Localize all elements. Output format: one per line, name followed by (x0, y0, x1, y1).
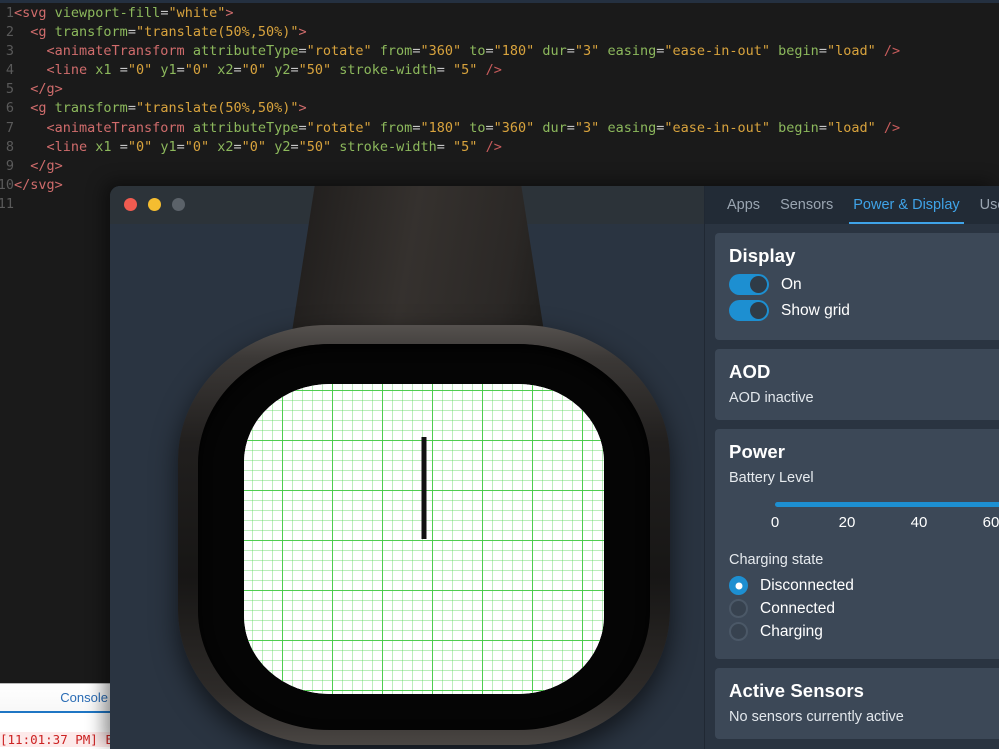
display-card: Display On Show grid (715, 233, 999, 340)
console-body: [11:01:37 PM] E (0, 713, 110, 749)
charging-state-radiogroup[interactable]: Disconnected Connected Charging (729, 576, 999, 641)
code-line-text: <animateTransform attributeType="rotate"… (46, 119, 901, 136)
simulator-window: AppsSensorsPower & DisplayUser Display O… (110, 186, 999, 749)
tab-apps[interactable]: Apps (717, 186, 770, 224)
code-line[interactable]: 5 </g> (0, 80, 999, 99)
active-sensors-status: No sensors currently active (729, 709, 904, 725)
device-stage (110, 186, 704, 749)
display-card-title: Display (729, 245, 796, 266)
show-grid-toggle[interactable] (729, 300, 769, 321)
code-line[interactable]: 6 <g transform="translate(50%,50%)"> (0, 99, 999, 118)
aod-card-title: AOD (729, 361, 771, 382)
code-line[interactable]: 1 <svg viewport-fill="white"> (0, 4, 999, 23)
settings-panel: AppsSensorsPower & DisplayUser Display O… (704, 186, 999, 749)
battery-slider[interactable]: 0 20 40 60 (729, 500, 999, 550)
console-panel[interactable]: Console [11:01:37 PM] E (0, 683, 110, 749)
settings-tabbar[interactable]: AppsSensorsPower & DisplayUser (705, 186, 999, 224)
display-on-label: On (781, 275, 802, 293)
power-card-title: Power (729, 441, 786, 462)
line-number: 8 (5, 138, 14, 155)
aod-card: AOD AOD inactive (715, 349, 999, 420)
console-log-line: [11:01:37 PM] E (0, 732, 110, 747)
line-number: 11 (0, 195, 14, 212)
code-line-text: </svg> (14, 176, 63, 193)
slider-tick-label: 20 (838, 514, 856, 531)
code-line-text: <g transform="translate(50%,50%)"> (30, 24, 307, 41)
code-line[interactable]: 9 </g> (0, 157, 999, 176)
radio-charging-icon[interactable] (729, 622, 748, 641)
show-grid-label: Show grid (781, 301, 850, 319)
slider-tick-label: 0 (770, 514, 780, 531)
slider-tick-label: 40 (910, 514, 928, 531)
charging-option-label: Charging (760, 622, 823, 640)
line-number: 7 (5, 119, 14, 136)
slider-tick-label: 60 (982, 514, 999, 531)
line-number: 2 (5, 24, 14, 41)
code-line-text: <line x1 ="0" y1="0" x2="0" y2="50" stro… (46, 62, 502, 79)
minimize-icon[interactable] (148, 198, 161, 211)
display-on-row[interactable]: On (729, 274, 999, 295)
radio-connected-icon[interactable] (729, 599, 748, 618)
code-line[interactable]: 8 <line x1 ="0" y1="0" x2="0" y2="50" st… (0, 138, 999, 157)
battery-slider-ticks: 0 20 40 60 (729, 514, 999, 534)
screen-grid (244, 384, 604, 694)
console-tab[interactable]: Console (60, 690, 108, 705)
charging-option-charging[interactable]: Charging (729, 622, 999, 641)
code-line[interactable]: 2 <g transform="translate(50%,50%)"> (0, 23, 999, 42)
line-number: 4 (5, 62, 14, 79)
charging-option-label: Disconnected (760, 576, 854, 594)
zoom-icon[interactable] (172, 198, 185, 211)
active-sensors-card: Active Sensors No sensors currently acti… (715, 668, 999, 739)
code-line[interactable]: 3 <animateTransform attributeType="rotat… (0, 42, 999, 61)
tab-power-display[interactable]: Power & Display (843, 186, 969, 224)
code-line[interactable]: 4 <line x1 ="0" y1="0" x2="0" y2="50" st… (0, 61, 999, 80)
line-number: 10 (0, 176, 14, 193)
window-traffic-lights (124, 198, 185, 211)
battery-level-label: Battery Level (729, 470, 814, 486)
tab-sensors[interactable]: Sensors (770, 186, 843, 224)
close-icon[interactable] (124, 198, 137, 211)
settings-scroll-area[interactable]: Display On Show grid AOD AOD inactive Po… (705, 224, 999, 749)
line-number: 1 (5, 5, 14, 21)
code-line-text: <g transform="translate(50%,50%)"> (30, 100, 307, 117)
charging-option-disconnected[interactable]: Disconnected (729, 576, 999, 595)
clock-hand (421, 437, 427, 539)
battery-slider-track[interactable] (775, 502, 999, 507)
code-lines[interactable]: 1 <svg viewport-fill="white"> 2 <g transfo… (0, 4, 999, 214)
code-line-text: </g> (30, 157, 63, 174)
watch-screen[interactable] (244, 384, 604, 694)
line-number: 9 (5, 157, 14, 174)
code-line-text: <line x1 ="0" y1="0" x2="0" y2="50" stro… (46, 138, 502, 155)
toggle-knob-icon (750, 302, 767, 319)
code-line-text: </g> (30, 81, 63, 98)
code-line-text: <svg viewport-fill="white"> (14, 5, 234, 21)
toggle-knob-icon (750, 276, 767, 293)
charging-option-connected[interactable]: Connected (729, 599, 999, 618)
line-number: 6 (5, 100, 14, 117)
aod-status: AOD inactive (729, 390, 814, 406)
line-number: 3 (5, 43, 14, 60)
display-on-toggle[interactable] (729, 274, 769, 295)
show-grid-row[interactable]: Show grid (729, 300, 999, 321)
charging-option-label: Connected (760, 599, 835, 617)
power-card: Power Battery Level 0 20 40 60 Charging sta… (715, 429, 999, 659)
screen-root: 1 <svg viewport-fill="white"> 2 <g transfo… (0, 0, 999, 749)
code-line[interactable]: 7 <animateTransform attributeType="rotat… (0, 119, 999, 138)
code-line-text: <animateTransform attributeType="rotate"… (46, 43, 901, 60)
charging-state-label: Charging state (729, 552, 824, 568)
tab-user[interactable]: User (970, 186, 999, 224)
console-tabbar: Console (0, 684, 110, 710)
editor-top-accent (0, 0, 999, 3)
radio-disconnected-icon[interactable] (729, 576, 748, 595)
active-sensors-title: Active Sensors (729, 680, 865, 701)
line-number: 5 (5, 81, 14, 98)
